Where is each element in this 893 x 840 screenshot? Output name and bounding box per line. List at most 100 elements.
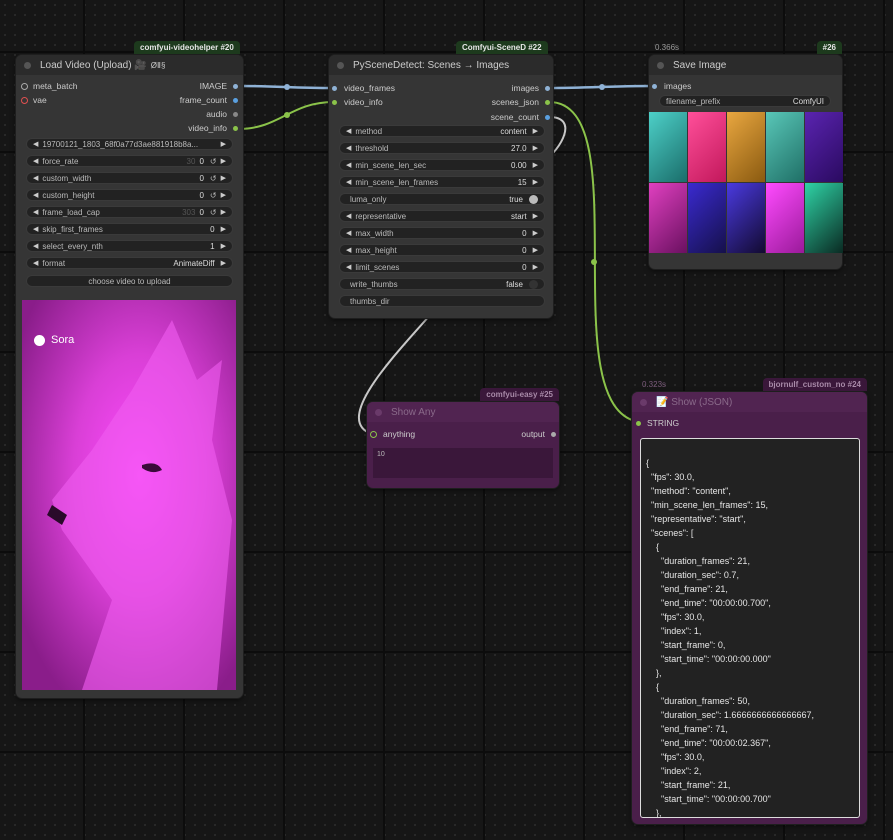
output-frame-count[interactable]: frame_count: [180, 93, 238, 107]
decrement-arrow-icon[interactable]: ◀: [346, 263, 351, 271]
widget-select-every-nth[interactable]: ◀ select_every_nth 1 ▶: [26, 240, 233, 252]
collapse-dot[interactable]: [640, 398, 647, 406]
increment-arrow-icon[interactable]: ▶: [221, 157, 226, 165]
widget-frame-load-cap[interactable]: ◀ frame_load_cap 303 0 ↺ ▶: [26, 206, 233, 218]
show-any-node[interactable]: comfyui-easy #25 Show Any anything outpu…: [367, 388, 559, 488]
exec-time: 0.366s: [655, 43, 680, 52]
input-meta-batch[interactable]: meta_batch: [21, 79, 77, 93]
increment-arrow-icon[interactable]: ▶: [221, 242, 226, 250]
increment-arrow-icon[interactable]: ▶: [533, 178, 538, 186]
decrement-arrow-icon[interactable]: ◀: [33, 191, 38, 199]
decrement-arrow-icon[interactable]: ◀: [346, 127, 351, 135]
output-scene-count[interactable]: scene_count: [491, 110, 550, 124]
widget-thumbs-dir[interactable]: thumbs_dir: [339, 295, 545, 307]
input-string[interactable]: STRING: [636, 416, 679, 430]
thumb-cat[interactable]: [649, 112, 687, 182]
fox-silhouette: [47, 320, 232, 690]
node-title: Load Video (Upload) 🎥: [40, 59, 147, 71]
node-title: Save Image: [673, 59, 727, 71]
input-vae[interactable]: vae: [21, 93, 47, 107]
node-badge: comfyui-easy #25: [480, 388, 559, 401]
decrement-arrow-icon[interactable]: ◀: [33, 157, 38, 165]
choose-video-upload-button[interactable]: choose video to upload: [26, 275, 233, 287]
increment-arrow-icon[interactable]: ▶: [533, 229, 538, 237]
decrement-arrow-icon[interactable]: ◀: [33, 225, 38, 233]
output-scenes-json[interactable]: scenes_json: [492, 95, 550, 109]
widget-min-scene-len-sec[interactable]: ◀ min_scene_len_sec 0.00 ▶: [339, 159, 545, 171]
thumb-panda[interactable]: [805, 183, 843, 253]
video-preview: Sora: [22, 300, 236, 690]
output-audio[interactable]: audio: [206, 107, 238, 121]
save-image-node[interactable]: 0.366s #26 Save Image images filename_pr…: [649, 41, 843, 269]
widget-limit-scenes[interactable]: ◀ limit_scenes 0 ▶: [339, 261, 545, 273]
collapse-dot[interactable]: [24, 61, 31, 69]
output-image-grid: [649, 112, 843, 253]
collapse-dot[interactable]: [657, 61, 664, 69]
video-file-select[interactable]: ◀ 19700121_1803_68f0a77d3ae881918b8a... ▶: [26, 138, 233, 150]
increment-arrow-icon[interactable]: ▶: [533, 161, 538, 169]
input-video-frames[interactable]: video_frames: [332, 81, 395, 95]
increment-arrow-icon[interactable]: ▶: [533, 144, 538, 152]
thumb-purple[interactable]: [805, 112, 843, 182]
node-badge: bjornulf_custom_no #24: [762, 378, 867, 391]
increment-arrow-icon[interactable]: ▶: [221, 259, 226, 267]
json-text-area[interactable]: { "fps": 30.0, "method": "content", "min…: [640, 438, 860, 818]
decrement-arrow-icon[interactable]: ◀: [346, 161, 351, 169]
widget-format[interactable]: ◀ format AnimateDiff ▶: [26, 257, 233, 269]
thumb-bird-pink[interactable]: [649, 183, 687, 253]
increment-arrow-icon[interactable]: ▶: [221, 191, 226, 199]
widget-custom-width[interactable]: ◀ custom_width 0 ↺ ▶: [26, 172, 233, 184]
decrement-arrow-icon[interactable]: ◀: [346, 178, 351, 186]
widget-luma-only[interactable]: luma_only true: [339, 193, 545, 205]
collapse-dot[interactable]: [337, 61, 344, 69]
toggle-icon[interactable]: [529, 194, 538, 204]
output-image[interactable]: IMAGE: [200, 79, 238, 93]
widget-force-rate[interactable]: ◀ force_rate 30 0 ↺ ▶: [26, 155, 233, 167]
input-images[interactable]: images: [652, 79, 691, 93]
increment-arrow-icon[interactable]: ▶: [533, 246, 538, 254]
widget-min-scene-len-frames[interactable]: ◀ min_scene_len_frames 15 ▶: [339, 176, 545, 188]
increment-arrow-icon[interactable]: ▶: [533, 212, 538, 220]
decrement-arrow-icon[interactable]: ◀: [33, 208, 38, 216]
output-images[interactable]: images: [512, 81, 550, 95]
widget-max-width[interactable]: ◀ max_width 0 ▶: [339, 227, 545, 239]
input-video-info[interactable]: video_info: [332, 95, 383, 109]
decrement-arrow-icon[interactable]: ◀: [33, 259, 38, 267]
output-output[interactable]: output: [521, 427, 556, 441]
load-video-node[interactable]: comfyui-videohelper #20 Load Video (Uplo…: [16, 41, 243, 698]
vhs-badge-icons: ØⅡ§: [150, 60, 166, 70]
node-badge: Comfyui-SceneD #22: [456, 41, 548, 54]
thumb-rabbit-orange[interactable]: [727, 112, 765, 182]
widget-custom-height[interactable]: ◀ custom_height 0 ↺ ▶: [26, 189, 233, 201]
decrement-arrow-icon[interactable]: ◀: [33, 174, 38, 182]
increment-arrow-icon[interactable]: ▶: [221, 208, 226, 216]
toggle-icon[interactable]: [529, 279, 538, 289]
node-title: PySceneDetect: Scenes → Images: [353, 59, 510, 71]
input-anything[interactable]: anything: [370, 427, 415, 441]
thumb-crow[interactable]: [727, 183, 765, 253]
widget-skip-first-frames[interactable]: ◀ skip_first_frames 0 ▶: [26, 223, 233, 235]
widget-write-thumbs[interactable]: write_thumbs false: [339, 278, 545, 290]
thumb-fox[interactable]: [766, 183, 804, 253]
increment-arrow-icon[interactable]: ▶: [221, 225, 226, 233]
collapse-dot[interactable]: [375, 408, 382, 416]
thumb-bird[interactable]: [688, 112, 726, 182]
filename-prefix-field[interactable]: filename_prefix ComfyUI: [659, 95, 831, 107]
widget-method[interactable]: ◀ method content ▶: [339, 125, 545, 137]
output-video-info[interactable]: video_info: [188, 121, 238, 135]
decrement-arrow-icon[interactable]: ◀: [346, 212, 351, 220]
decrement-arrow-icon[interactable]: ◀: [346, 229, 351, 237]
thumb-bird-blue[interactable]: [688, 183, 726, 253]
widget-max-height[interactable]: ◀ max_height 0 ▶: [339, 244, 545, 256]
increment-arrow-icon[interactable]: ▶: [221, 174, 226, 182]
increment-arrow-icon[interactable]: ▶: [533, 263, 538, 271]
widget-representative[interactable]: ◀ representative start ▶: [339, 210, 545, 222]
decrement-arrow-icon[interactable]: ◀: [346, 144, 351, 152]
decrement-arrow-icon[interactable]: ◀: [33, 242, 38, 250]
increment-arrow-icon[interactable]: ▶: [533, 127, 538, 135]
scene-detect-node[interactable]: Comfyui-SceneD #22 PySceneDetect: Scenes…: [329, 41, 553, 318]
show-any-value: 10: [373, 448, 553, 478]
thumb-rabbit-teal[interactable]: [766, 112, 804, 182]
decrement-arrow-icon[interactable]: ◀: [346, 246, 351, 254]
widget-threshold[interactable]: ◀ threshold 27.0 ▶: [339, 142, 545, 154]
